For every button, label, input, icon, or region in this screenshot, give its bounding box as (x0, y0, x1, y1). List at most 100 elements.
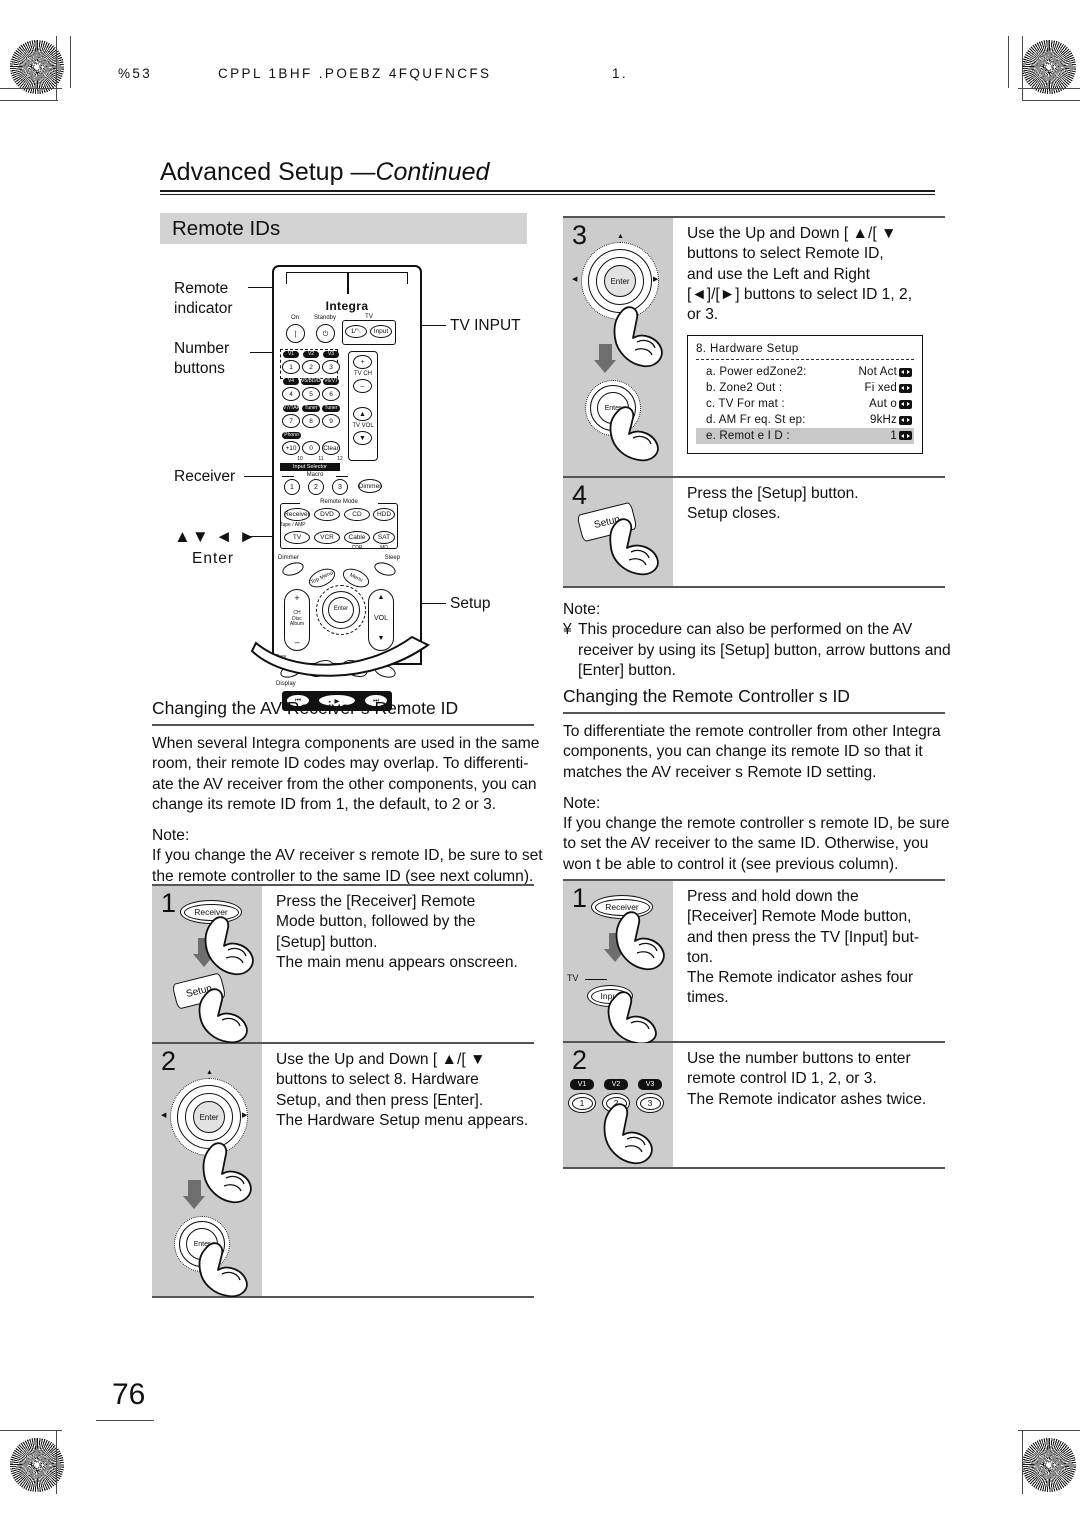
osd-row[interactable]: a. Power edZone2: Not Act (696, 364, 914, 380)
chapter-title-text: Advanced Setup (160, 158, 344, 186)
remote-body-outline: Integra On | Standby ⏻ TV 1/␇ Input V1 V… (272, 265, 422, 711)
key-macro-1[interactable]: 1 (284, 479, 300, 495)
page-number: 76 (112, 1378, 146, 1411)
key-standby[interactable]: ⏻ (316, 324, 335, 343)
step-line: The Hardware Setup menu appears. (276, 1111, 529, 1129)
key-tv-ch-down[interactable]: – (353, 379, 372, 393)
left-right-arrows-icon (899, 367, 912, 377)
key-dimmer[interactable] (280, 559, 306, 579)
wheel-tick-up: ▲ (206, 1069, 213, 1076)
key-number-3[interactable]: 3 (322, 360, 340, 374)
left-right-arrows-icon (899, 431, 912, 441)
osd-separator (696, 359, 914, 361)
label-tv-group: TV (342, 314, 396, 320)
step-figure: 1 Receiver TV Input (563, 881, 673, 1045)
key-mode-cd[interactable]: CD (344, 508, 370, 521)
osd-row[interactable]: b. Zone2 Out : Fi xed (696, 380, 914, 396)
crop-mark-tl-h2 (0, 100, 58, 102)
callout-number-buttons-line1: Number (174, 340, 230, 357)
left-column: Changing the AV Receiver s Remote ID Whe… (152, 698, 543, 887)
running-head-left-code: %53 (118, 66, 153, 81)
key-tv-vol-up[interactable]: ▲ (353, 407, 372, 421)
key-tv-input[interactable]: Input (370, 325, 392, 338)
step-number: 1 (572, 883, 588, 913)
brand-logo: Integra (325, 299, 369, 313)
key-on[interactable]: | (286, 324, 305, 343)
osd-row-selected[interactable]: e. Remot e I D : 1 (696, 428, 914, 444)
key-number-8[interactable]: 8 (302, 414, 320, 428)
step-number: 1 (161, 888, 177, 918)
key-mode-vcr[interactable]: VCR (314, 531, 340, 544)
starburst-target-top-right (1022, 40, 1076, 94)
key-tv-power[interactable]: 1/␇ (345, 325, 367, 338)
osd-row-value: 1 (890, 429, 897, 442)
osd-row[interactable]: d. AM Fr eq. St ep: 9kHz (696, 412, 914, 428)
key-mode-dvd[interactable]: DVD (314, 508, 340, 521)
step-text: Press the [Setup] button. Setup closes. (673, 478, 945, 586)
label-md: MD (380, 545, 388, 551)
arrow-head-icon (594, 360, 616, 373)
key-mode-tv[interactable]: TV (284, 531, 310, 544)
right-column-heading: Changing the Remote Controller s ID (563, 686, 850, 706)
figure-label-tv: TV (567, 973, 579, 983)
key-number-5[interactable]: 5 (302, 387, 320, 401)
chapter-continued-text: —Continued (350, 158, 490, 186)
key-number-6[interactable]: 6 (322, 387, 340, 401)
tag-v7: V7/TAPE (283, 405, 304, 412)
key-enter-wheel[interactable]: Enter (328, 606, 354, 612)
right-para-line-2: components, you can change its remote ID… (563, 743, 923, 761)
key-mode-sat[interactable]: SAT (373, 531, 395, 544)
osd-row[interactable]: c. TV For mat : Aut o (696, 396, 914, 412)
starburst-target-bottom-right (1022, 1438, 1076, 1492)
step-number: 2 (161, 1046, 177, 1076)
input-selector-bar: Input Selector (280, 463, 340, 471)
callout-tv-input: TV INPUT (450, 317, 521, 334)
right-column-heading-rule (563, 711, 945, 714)
key-mode-cable[interactable]: Cable (344, 531, 370, 544)
left-right-arrows-icon (899, 383, 912, 393)
wheel-tick-left: ◀ (572, 276, 578, 283)
tag-v5: V5/BD/DVD (301, 378, 328, 385)
left-note-line-1: If you change the AV receiver s remote I… (152, 847, 543, 865)
key-tv-ch-up[interactable]: + (353, 355, 372, 369)
left-column-note: Note: If you change the AV receiver s re… (152, 826, 622, 887)
osd-title: 8. Hardware Setup (696, 343, 799, 356)
key-mode-receiver[interactable]: Receiver (284, 508, 310, 521)
osd-row-label: e. Remot e I D : (706, 429, 790, 442)
right-note-line-3: [Enter] button. (578, 661, 676, 679)
wheel-tick-right: ▶ (242, 1112, 248, 1119)
step-line: Setup, and then press [Enter]. (276, 1091, 484, 1109)
key-mode-hdd[interactable]: HDD (373, 508, 395, 521)
key-clear[interactable]: Clear (322, 441, 340, 455)
key-number-1[interactable]: 1 (282, 360, 300, 374)
right-column-steps-bottom: 1 Receiver TV Input Press and hold down … (563, 879, 945, 1169)
label-standby: Standby (313, 315, 337, 321)
key-number-4[interactable]: 4 (282, 387, 300, 401)
key-number-9[interactable]: 9 (322, 414, 340, 428)
running-head-center: CPPL 1BHF .POEBZ 4FQUFNCFS (218, 66, 492, 81)
osd-row-value: Aut o (869, 397, 897, 410)
step-figure: 4 Setup (563, 478, 673, 586)
key-tv-vol-down[interactable]: ▼ (353, 431, 372, 445)
key-number-7[interactable]: 7 (282, 414, 300, 428)
key-number-2[interactable]: 2 (302, 360, 320, 374)
key-number-plus10[interactable]: +10 (282, 441, 300, 455)
key-dimmer-macro[interactable]: Dimmer (358, 479, 382, 493)
left-column-steps: 1 Receiver Setup Press the [Receiver] Re… (152, 884, 534, 1298)
wheel-tick-right: ▶ (653, 276, 659, 283)
crop-mark-br-h (1018, 1430, 1080, 1432)
label-vol-up: ▲ (377, 594, 385, 601)
callout-arrow-buttons: ▲▼ ◄ ► (174, 527, 257, 546)
key-macro-2[interactable]: 2 (308, 479, 324, 495)
right-column-note: Note: ¥ This procedure can also be perfo… (563, 600, 951, 681)
osd-row-value: Fi xed (864, 381, 897, 394)
crop-mark-bl-h (0, 1430, 62, 1432)
wheel-tick-up: ▲ (617, 233, 624, 240)
crop-mark-bl-v (56, 1430, 58, 1494)
label-remote-mode: Remote Mode (300, 499, 378, 505)
label-tv-ch: TV CH (354, 371, 372, 377)
step-line: Use the Up and Down [ ▲/[ ▼ (276, 1051, 486, 1068)
key-macro-3[interactable]: 3 (332, 479, 348, 495)
key-number-0[interactable]: 0 (302, 441, 320, 455)
key-sleep[interactable] (372, 559, 398, 579)
